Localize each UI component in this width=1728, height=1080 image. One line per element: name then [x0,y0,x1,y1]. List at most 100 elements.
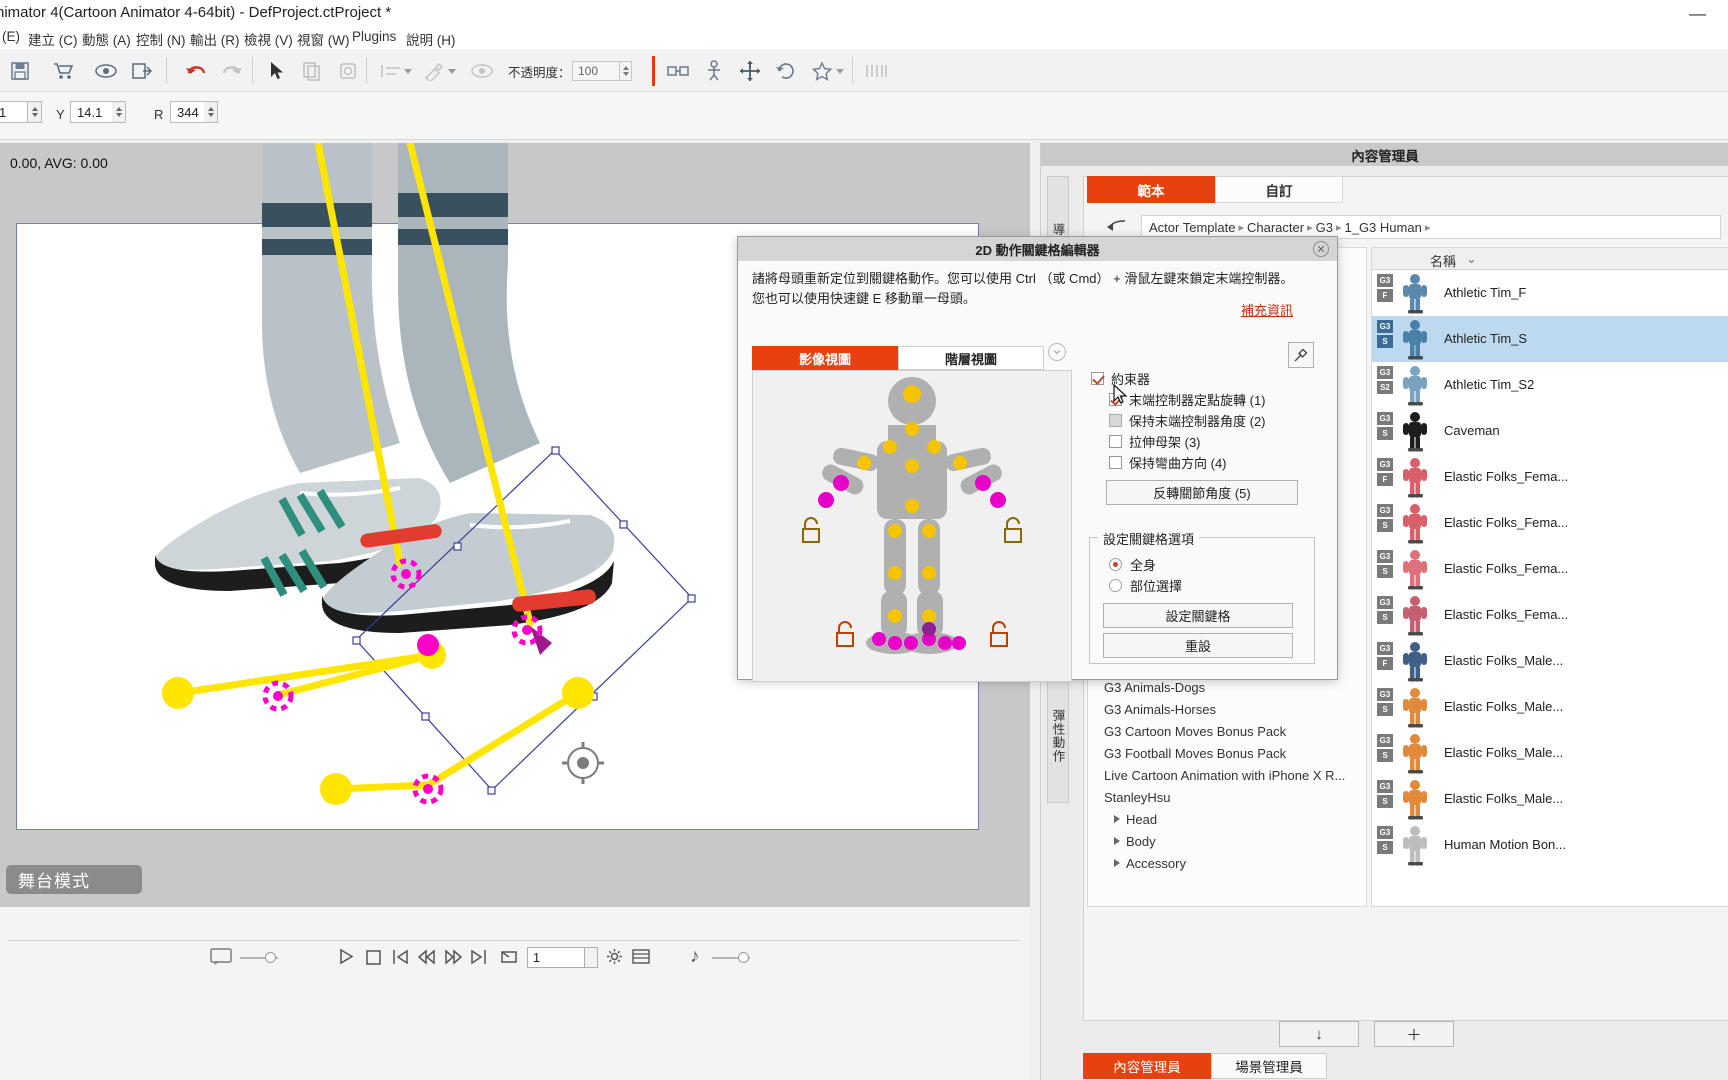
loop-icon[interactable] [500,949,518,968]
preview-eye-icon[interactable] [92,57,120,84]
reset-button[interactable]: 重設 [1103,633,1293,658]
x-input[interactable]: 1 [0,101,28,123]
column-header-name[interactable]: 名稱 [1430,251,1456,270]
eyedropper-button[interactable] [1288,342,1314,368]
tree-item-1[interactable]: G3 Animals-Horses [1104,698,1216,720]
menu-item-edit[interactable]: (E) [2,29,20,44]
breadcrumb-item-0[interactable]: Actor Template [1149,220,1235,235]
asset-list[interactable]: 名稱 ⌄ G3 F Athletic Tim_F G3 S Athletic Tim_S G… [1371,247,1728,907]
menu-item-help[interactable]: 說明 (H) [406,29,456,49]
rotate-icon[interactable] [772,57,800,84]
radio-part-select[interactable] [1109,579,1122,592]
motion-keyframe-editor-dialog[interactable]: 2D 動作關鍵格編輯器 ✕ 諸將母頭重新定位到關鍵格動作。您可以使用 Ctrl … [737,236,1338,682]
menu-item-view[interactable]: 檢視 (V) [244,29,293,49]
dialog-tab-hierarchy-view[interactable]: 階層視圖 [898,346,1044,370]
comment-slider-knob[interactable] [265,952,276,963]
list-item[interactable]: G3 S Athletic Tim_S [1372,316,1728,362]
list-item[interactable]: G3 S Elastic Folks_Male... [1372,684,1728,730]
breadcrumb-item-3[interactable]: 1_G3 Human [1344,220,1421,235]
checkbox-row-1[interactable]: 保持末端控制器角度 (2) [1109,411,1266,430]
breadcrumb-item-1[interactable]: Character [1247,220,1304,235]
breadcrumb-item-2[interactable]: G3 [1316,220,1333,235]
help-link[interactable]: 補充資訊 [1241,300,1293,319]
cart-icon[interactable] [50,57,78,84]
select-arrow-icon[interactable] [262,57,290,84]
menu-item-plugins[interactable]: Plugins [352,29,396,44]
comment-icon[interactable] [210,948,232,968]
minimize-button[interactable]: — [1689,4,1706,24]
y-stepper[interactable] [112,101,126,123]
figure-view[interactable] [752,370,1072,682]
bottom-tab-scene-manager[interactable]: 場景管理員 [1211,1053,1327,1079]
tree-item-7[interactable]: Body [1088,830,1156,852]
move-crosshair-icon[interactable] [736,57,764,84]
radio-row-full-body[interactable]: 全身 [1109,555,1156,574]
list-item[interactable]: G3 F Elastic Folks_Fema... [1372,454,1728,500]
checkbox-constraint[interactable] [1091,372,1104,385]
menu-item-window[interactable]: 視窗 (W) [297,29,349,49]
save-icon[interactable] [6,57,34,84]
menu-item-animate[interactable]: 動態 (A) [82,29,131,49]
align-dropdown-icon[interactable] [404,69,412,74]
tree-item-3[interactable]: G3 Football Moves Bonus Pack [1104,742,1286,764]
star-tool-icon[interactable] [808,57,836,84]
last-frame-icon[interactable] [470,949,487,968]
opacity-input[interactable]: 100 [572,61,620,81]
checkbox-row-0[interactable]: 末端控制器定點旋轉 (1) [1109,390,1266,409]
opacity-stepper[interactable] [620,61,632,81]
stop-icon[interactable] [366,950,381,968]
sort-chevron-icon[interactable]: ⌄ [1466,251,1477,267]
export-icon[interactable] [128,57,156,84]
next-frame-icon[interactable] [444,949,463,968]
collapse-chevron-icon[interactable] [1048,343,1066,361]
tab-template[interactable]: 範本 [1087,176,1215,203]
download-button[interactable]: ↓ [1279,1021,1359,1047]
menu-item-render[interactable]: 輸出 (R) [190,29,240,49]
tree-item-8[interactable]: Accessory [1088,852,1186,874]
prev-frame-icon[interactable] [417,949,436,968]
invert-joint-angle-button[interactable]: 反轉關節角度 (5) [1106,480,1298,505]
play-icon[interactable] [338,948,354,968]
tree-item-2[interactable]: G3 Cartoon Moves Bonus Pack [1104,720,1286,742]
tree-item-4[interactable]: Live Cartoon Animation with iPhone X R..… [1104,764,1345,786]
radio-row-part-select[interactable]: 部位選擇 [1109,576,1182,595]
chevron-right-icon[interactable] [1114,815,1120,823]
r-stepper[interactable] [204,101,218,123]
undo-icon[interactable] [182,57,210,84]
list-item[interactable]: G3 F Athletic Tim_F [1372,270,1728,316]
list-item[interactable]: G3 S Elastic Folks_Fema... [1372,546,1728,592]
bottom-tab-content-manager[interactable]: 內容管理員 [1083,1053,1211,1079]
menu-item-create[interactable]: 建立 (C) [28,29,78,49]
radio-full-body[interactable] [1109,558,1122,571]
add-button[interactable]: ＋ [1374,1021,1454,1047]
menu-item-control[interactable]: 控制 (N) [136,29,186,49]
bone-editor-icon[interactable] [664,57,692,84]
audio-note-icon[interactable]: ♪ [690,946,700,968]
frame-stepper[interactable] [585,947,598,968]
chevron-right-icon[interactable] [1114,837,1120,845]
puppet-figure[interactable] [753,371,1071,681]
gear-icon[interactable] [606,948,623,968]
list-item[interactable]: G3 S Elastic Folks_Fema... [1372,500,1728,546]
tree-item-5[interactable]: StanleyHsu [1104,786,1170,808]
puppet-icon[interactable] [700,57,728,84]
checkbox-keep-bend[interactable] [1109,456,1122,469]
side-tab-elastic-motion[interactable]: 彈性動作 [1047,668,1069,803]
list-item[interactable]: G3 S Elastic Folks_Fema... [1372,592,1728,638]
current-frame-input[interactable]: 1 [527,947,585,968]
list-item[interactable]: G3 S Elastic Folks_Male... [1372,730,1728,776]
checkbox-row-3[interactable]: 保持彎曲方向 (4) [1109,453,1227,472]
tree-item-6[interactable]: Head [1088,808,1157,830]
checkbox-row-2[interactable]: 拉伸母架 (3) [1109,432,1201,451]
timeline-icon[interactable] [632,949,650,967]
close-icon[interactable]: ✕ [1313,241,1329,257]
checkbox-stretch-bone[interactable] [1109,435,1122,448]
set-keyframe-button[interactable]: 設定關鍵格 [1103,603,1293,628]
audio-slider-knob[interactable] [738,952,749,963]
list-item[interactable]: G3 S Caveman [1372,408,1728,454]
dialog-tab-image-view[interactable]: 影像視圖 [752,346,898,370]
chevron-right-icon[interactable] [1114,859,1120,867]
tab-custom[interactable]: 自訂 [1215,176,1343,203]
list-item[interactable]: G3 S Elastic Folks_Male... [1372,776,1728,822]
list-item[interactable]: G3 S2 Athletic Tim_S2 [1372,362,1728,408]
